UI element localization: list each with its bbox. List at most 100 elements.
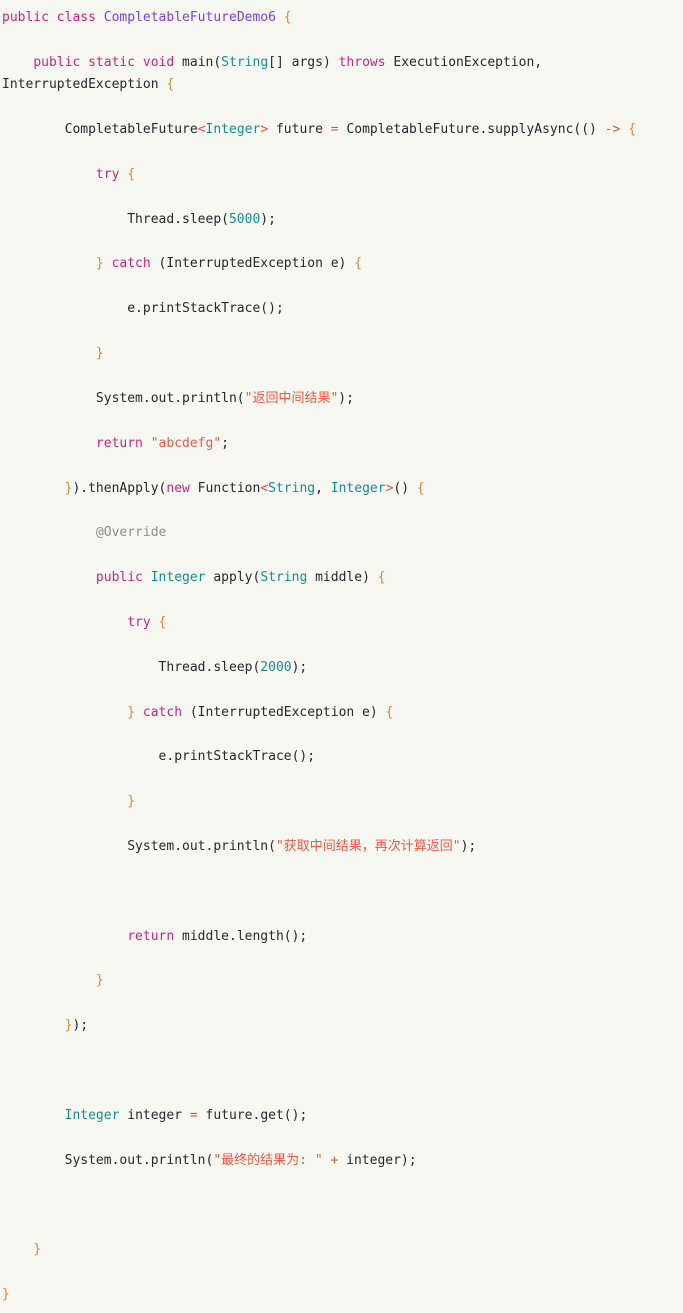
- code-token: Integer: [150, 570, 206, 586]
- code-token: static: [88, 54, 136, 70]
- code-token: }: [95, 256, 104, 272]
- code-token: =: [330, 122, 339, 138]
- code-token: }: [127, 794, 136, 810]
- code-token: CompletableFuture.supplyAsync((): [338, 122, 605, 138]
- code-line: try {: [2, 612, 677, 634]
- code-line: public class CompletableFutureDemo6 {: [2, 7, 677, 29]
- code-line: }).thenApply(new Function<String, Intege…: [2, 478, 677, 500]
- code-token: public: [33, 54, 81, 70]
- code-token: Function: [189, 480, 261, 496]
- code-line: public Integer apply(String middle) {: [2, 567, 677, 589]
- code-token: "获取中间结果，再次计算返回": [275, 839, 461, 855]
- code-token: Integer: [205, 122, 261, 138]
- code-token: String: [221, 54, 269, 70]
- code-token: ).thenApply(: [72, 480, 167, 496]
- code-token: ->: [604, 122, 621, 138]
- code-token: public: [95, 570, 143, 586]
- code-token: String: [268, 480, 316, 496]
- code-token: "abcdefg": [150, 435, 222, 451]
- code-token: CompletableFuture: [2, 122, 198, 138]
- code-token: Thread.sleep(: [2, 211, 229, 227]
- code-token: integer);: [338, 1152, 417, 1168]
- code-token: {: [283, 10, 292, 25]
- code-token: apply(: [205, 570, 261, 586]
- code-token: {: [127, 166, 136, 182]
- code-token: e.printStackTrace();: [2, 301, 284, 317]
- code-token: );: [72, 1018, 89, 1034]
- code-token: }: [33, 1242, 42, 1258]
- code-token: integer: [119, 1107, 190, 1123]
- code-token: {: [166, 77, 175, 93]
- code-line: System.out.println("返回中间结果");: [2, 388, 677, 410]
- code-token: {: [354, 256, 363, 272]
- code-line: }: [2, 791, 677, 813]
- code-token: (): [393, 480, 417, 496]
- code-token: }: [95, 346, 104, 362]
- code-token: middle): [307, 570, 378, 586]
- code-line: } catch (InterruptedException e) {: [2, 702, 677, 724]
- code-token: catch: [111, 256, 151, 272]
- code-token: );: [260, 211, 276, 227]
- code-token: ,: [315, 480, 331, 496]
- code-token: Integer: [64, 1107, 120, 1123]
- code-line: @Override: [2, 522, 677, 544]
- code-line: try {: [2, 164, 677, 186]
- code-token: {: [416, 480, 425, 496]
- java-source-code[interactable]: public class CompletableFutureDemo6 { pu…: [2, 7, 677, 1307]
- code-token: new: [166, 480, 190, 496]
- code-token: (InterruptedException e): [150, 256, 355, 272]
- code-token: main: [182, 54, 214, 70]
- code-line: return "abcdefg";: [2, 433, 677, 455]
- code-token: future.get();: [197, 1107, 308, 1123]
- code-token: return: [95, 435, 143, 451]
- code-token: "返回中间结果": [244, 390, 339, 406]
- code-line: e.printStackTrace();: [2, 298, 677, 320]
- code-token: System.out.println(: [2, 839, 276, 855]
- code-line: Thread.sleep(5000);: [2, 209, 677, 231]
- code-token: (InterruptedException e): [182, 704, 386, 720]
- code-line: });: [2, 1015, 677, 1037]
- code-token: System.out.println(: [2, 390, 245, 406]
- code-line: }: [2, 343, 677, 365]
- code-token: middle.length();: [174, 928, 308, 944]
- code-line: e.printStackTrace();: [2, 746, 677, 768]
- code-token: try: [95, 166, 120, 182]
- code-token: 5000: [228, 211, 261, 227]
- code-token: }: [127, 704, 136, 720]
- code-token: void: [142, 54, 175, 70]
- code-token: <: [197, 122, 206, 138]
- code-block: public class CompletableFutureDemo6 { pu…: [0, 0, 683, 1313]
- code-line: } catch (InterruptedException e) {: [2, 253, 677, 275]
- code-token: @Override: [95, 525, 167, 541]
- code-line: }: [2, 1284, 677, 1306]
- code-token: CompletableFutureDemo6: [103, 10, 276, 25]
- code-token: System.out.println(: [2, 1152, 214, 1168]
- code-token: );: [460, 839, 477, 855]
- code-token: Thread.sleep(: [2, 659, 261, 675]
